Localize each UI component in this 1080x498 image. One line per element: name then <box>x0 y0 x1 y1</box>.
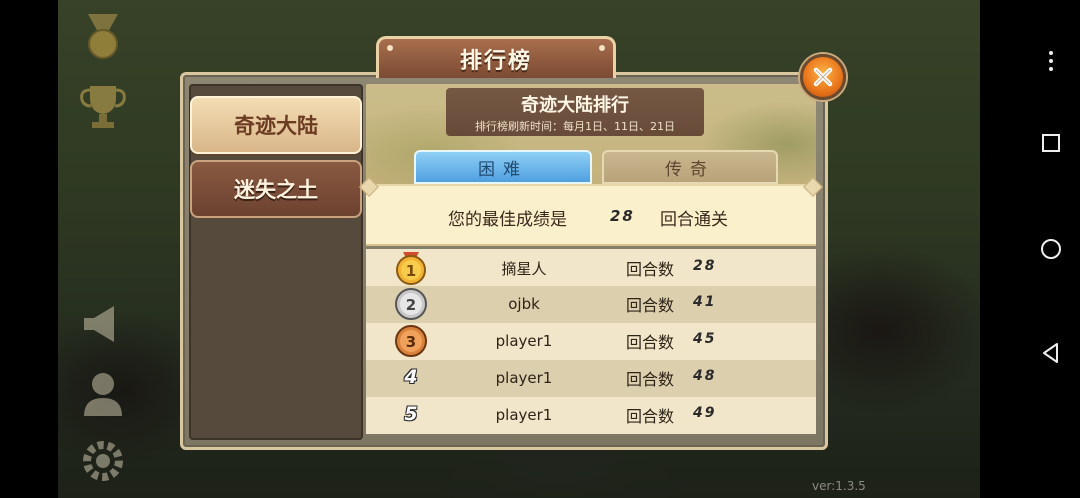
home-button[interactable] <box>1030 228 1072 270</box>
player-name: player1 <box>495 369 553 387</box>
tab-legend[interactable]: 传奇 <box>602 150 778 184</box>
rounds-value: 28 <box>693 258 717 274</box>
player-name: ojbk <box>508 295 540 313</box>
close-icon <box>813 67 833 87</box>
best-result-bar <box>359 177 823 246</box>
player-name: 摘星人 <box>501 260 547 278</box>
sidebar-item-lost-land[interactable]: 迷失之土 <box>190 160 362 218</box>
rank-number: 1 <box>406 262 416 280</box>
refresh-schedule: 排行榜刷新时间：每月1日、11日、21日 <box>475 120 675 133</box>
recents-button[interactable] <box>1030 122 1072 164</box>
best-result-suffix: 回合通关 <box>660 210 728 230</box>
rounds-value: 41 <box>693 294 717 310</box>
rounds-value: 45 <box>693 331 717 347</box>
rounds-value: 48 <box>693 368 717 384</box>
sidebar-item-wonder-land[interactable]: 奇迹大陆 <box>190 96 362 154</box>
dialog-title: 排行榜 <box>459 48 532 74</box>
megaphone-icon[interactable] <box>74 296 132 354</box>
rounds-label: 回合数 <box>626 296 675 315</box>
best-result-value: 28 <box>610 207 635 225</box>
more-options-icon[interactable] <box>1030 40 1072 82</box>
rank-number: 3 <box>406 333 416 351</box>
close-button[interactable] <box>800 54 846 100</box>
rank-number: 2 <box>406 296 416 314</box>
trophy-icon[interactable] <box>74 78 132 136</box>
gold-medal-icon: 1 <box>393 250 429 286</box>
best-result-label: 您的最佳成绩是 <box>448 210 567 230</box>
medal-icon[interactable] <box>74 10 132 68</box>
rounds-label: 回合数 <box>626 260 675 279</box>
version-label: ver:1.3.5 <box>812 479 866 493</box>
rounds-label: 回合数 <box>626 407 675 426</box>
leaderboard-title: 奇迹大陆排行 <box>521 95 629 116</box>
rivet-icon <box>599 45 605 51</box>
rounds-value: 49 <box>693 405 717 421</box>
rank-number: 5 <box>404 403 418 425</box>
player-name: player1 <box>495 406 553 424</box>
back-button[interactable] <box>1030 332 1072 374</box>
rounds-label: 回合数 <box>626 370 675 389</box>
profile-icon[interactable] <box>74 364 132 422</box>
dialog-title-tab: 排行榜 <box>376 36 616 78</box>
silver-medal-icon: 2 <box>393 286 429 322</box>
player-name: player1 <box>495 332 553 350</box>
tab-hard[interactable]: 困难 <box>414 150 592 184</box>
bronze-medal-icon: 3 <box>393 323 429 359</box>
rank-number: 4 <box>404 366 418 388</box>
left-letterbox <box>0 0 58 498</box>
rounds-label: 回合数 <box>626 333 675 352</box>
gear-icon[interactable] <box>74 432 132 490</box>
rivet-icon <box>387 45 393 51</box>
